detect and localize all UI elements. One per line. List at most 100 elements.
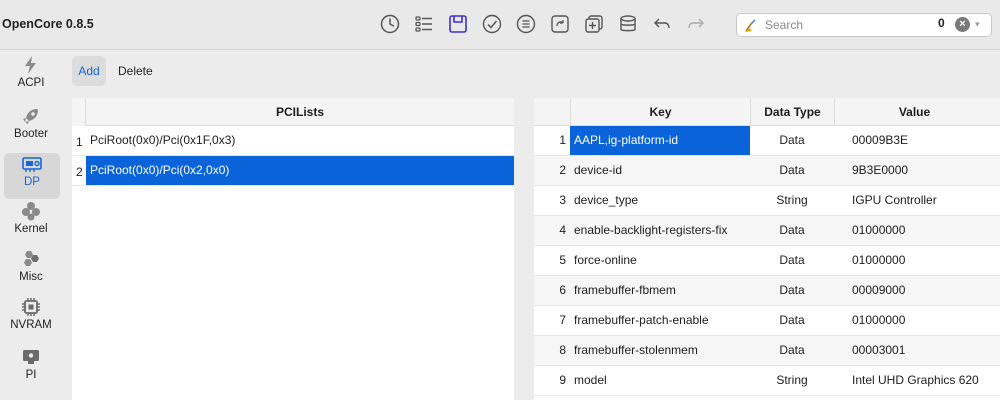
row-number: 2 bbox=[559, 163, 566, 177]
row-number: 1 bbox=[559, 133, 566, 147]
type-cell[interactable]: Data bbox=[750, 276, 834, 305]
table-row[interactable]: 3 device_type String IGPU Controller bbox=[534, 186, 1000, 216]
value-cell[interactable]: 01000000 bbox=[834, 306, 994, 335]
value-cell[interactable]: 00009000 bbox=[834, 276, 994, 305]
clear-icon[interactable]: × bbox=[955, 17, 970, 32]
list-icon[interactable] bbox=[412, 12, 436, 36]
table-header: Key Data Type Value bbox=[534, 98, 1000, 126]
sidebar-item-label: Misc bbox=[19, 271, 43, 283]
type-cell[interactable]: Data bbox=[750, 306, 834, 335]
search-field[interactable] bbox=[736, 13, 992, 37]
type-cell[interactable]: Data bbox=[750, 246, 834, 275]
add-button[interactable]: Add bbox=[72, 56, 106, 86]
table-row[interactable]: 1 AAPL,ig-platform-id Data 00009B3E bbox=[534, 126, 1000, 156]
key-column-header[interactable]: Key bbox=[570, 98, 750, 126]
key-cell[interactable]: AAPL,ig-platform-id bbox=[570, 126, 750, 155]
nvram-chip-icon bbox=[19, 296, 43, 318]
undo-icon[interactable] bbox=[650, 12, 674, 36]
sidebar-item-label: DP bbox=[24, 176, 40, 188]
key-cell[interactable]: framebuffer-patch-enable bbox=[570, 306, 750, 335]
data-type-column-header[interactable]: Data Type bbox=[750, 98, 834, 126]
chevron-down-icon[interactable]: ▾ bbox=[975, 19, 980, 30]
sidebar-item-label: NVRAM bbox=[10, 319, 52, 331]
sidebar-item-booter[interactable]: Booter bbox=[0, 105, 62, 151]
pci-path[interactable]: PciRoot(0x0)/Pci(0x2,0x0) bbox=[86, 156, 514, 185]
format-list-icon[interactable] bbox=[514, 12, 538, 36]
search-input[interactable] bbox=[765, 17, 915, 33]
row-number: 8 bbox=[559, 343, 566, 357]
sidebar-item-label: Booter bbox=[14, 128, 48, 140]
value-cell[interactable]: 00003001 bbox=[834, 336, 994, 365]
type-cell[interactable]: String bbox=[750, 366, 834, 395]
row-number: 5 bbox=[559, 253, 566, 267]
table-row[interactable]: 2 device-id Data 9B3E0000 bbox=[534, 156, 1000, 186]
table-row[interactable]: 9 model String Intel UHD Graphics 620 bbox=[534, 366, 1000, 396]
sidebar-item-misc[interactable]: Misc bbox=[0, 248, 62, 294]
redo-icon[interactable] bbox=[684, 12, 708, 36]
row-number: 1 bbox=[76, 135, 83, 149]
split-divider[interactable] bbox=[514, 98, 534, 400]
table-row[interactable]: 1 PciRoot(0x0)/Pci(0x1F,0x3) bbox=[72, 126, 514, 156]
type-cell[interactable]: Data bbox=[750, 336, 834, 365]
key-cell[interactable]: enable-backlight-registers-fix bbox=[570, 216, 750, 245]
pci-lists-table: PCILists 1 PciRoot(0x0)/Pci(0x1F,0x3) 2 … bbox=[72, 98, 514, 400]
sidebar-item-label: PI bbox=[25, 369, 37, 381]
sidebar-item-nvram[interactable]: NVRAM bbox=[0, 296, 62, 342]
pcilists-column-header[interactable]: PCILists bbox=[86, 105, 514, 119]
type-cell[interactable]: Data bbox=[750, 156, 834, 185]
table-row[interactable]: 2 PciRoot(0x0)/Pci(0x2,0x0) bbox=[72, 156, 514, 186]
value-cell[interactable]: Intel UHD Graphics 620 bbox=[834, 366, 994, 395]
key-cell[interactable]: model bbox=[570, 366, 750, 395]
key-cell[interactable]: device-id bbox=[570, 156, 750, 185]
sidebar-item-dp[interactable]: DP bbox=[4, 153, 60, 199]
row-number-column-header bbox=[72, 98, 86, 126]
action-bar: Add Delete bbox=[62, 50, 1000, 94]
value-column-header[interactable]: Value bbox=[834, 98, 994, 126]
database-icon[interactable] bbox=[616, 12, 640, 36]
row-number: 7 bbox=[559, 313, 566, 327]
delete-button[interactable]: Delete bbox=[112, 56, 159, 86]
sidebar-item-label: Kernel bbox=[14, 223, 48, 235]
check-icon[interactable] bbox=[480, 12, 504, 36]
key-cell[interactable]: framebuffer-stolenmem bbox=[570, 336, 750, 365]
table-body: 1 AAPL,ig-platform-id Data 00009B3E 2 de… bbox=[534, 126, 1000, 396]
table-row[interactable]: 4 enable-backlight-registers-fix Data 01… bbox=[534, 216, 1000, 246]
type-cell[interactable]: Data bbox=[750, 216, 834, 245]
sidebar-item-label: ACPI bbox=[17, 77, 45, 89]
sidebar-item-pi[interactable]: PI bbox=[0, 346, 62, 392]
history-icon[interactable] bbox=[378, 12, 402, 36]
row-number: 6 bbox=[559, 283, 566, 297]
table-row[interactable]: 6 framebuffer-fbmem Data 00009000 bbox=[534, 276, 1000, 306]
sidebar-item-kernel[interactable]: Kernel bbox=[0, 200, 62, 246]
sidebar: ACPI Booter DP Kernel Misc NVRAM PI bbox=[0, 50, 62, 400]
value-cell[interactable]: IGPU Controller bbox=[834, 186, 994, 215]
key-cell[interactable]: force-online bbox=[570, 246, 750, 275]
table-header: PCILists bbox=[72, 98, 514, 126]
sidebar-item-acpi[interactable]: ACPI bbox=[0, 54, 62, 100]
value-cell[interactable]: 01000000 bbox=[834, 216, 994, 245]
compare-icon[interactable] bbox=[548, 12, 572, 36]
value-cell[interactable]: 9B3E0000 bbox=[834, 156, 994, 185]
kernel-icon bbox=[19, 200, 43, 222]
type-cell[interactable]: Data bbox=[750, 126, 834, 155]
dp-gpu-icon bbox=[20, 153, 44, 175]
row-number: 3 bbox=[559, 193, 566, 207]
table-row[interactable]: 8 framebuffer-stolenmem Data 00003001 bbox=[534, 336, 1000, 366]
table-row[interactable]: 5 force-online Data 01000000 bbox=[534, 246, 1000, 276]
add-square-icon[interactable] bbox=[582, 12, 606, 36]
table-row[interactable]: 7 framebuffer-patch-enable Data 01000000 bbox=[534, 306, 1000, 336]
row-number: 2 bbox=[76, 165, 83, 179]
key-cell[interactable]: framebuffer-fbmem bbox=[570, 276, 750, 305]
save-icon[interactable] bbox=[446, 12, 470, 36]
value-cell[interactable]: 01000000 bbox=[834, 246, 994, 275]
row-number: 9 bbox=[559, 373, 566, 387]
value-cell[interactable]: 00009B3E bbox=[834, 126, 994, 155]
key-cell[interactable]: device_type bbox=[570, 186, 750, 215]
row-number: 4 bbox=[559, 223, 566, 237]
pi-apple-icon bbox=[19, 346, 43, 368]
pci-path[interactable]: PciRoot(0x0)/Pci(0x1F,0x3) bbox=[86, 126, 514, 155]
properties-table: Key Data Type Value 1 AAPL,ig-platform-i… bbox=[534, 98, 1000, 400]
acpi-bolt-icon bbox=[19, 54, 43, 76]
booter-rocket-icon bbox=[19, 105, 43, 127]
type-cell[interactable]: String bbox=[750, 186, 834, 215]
